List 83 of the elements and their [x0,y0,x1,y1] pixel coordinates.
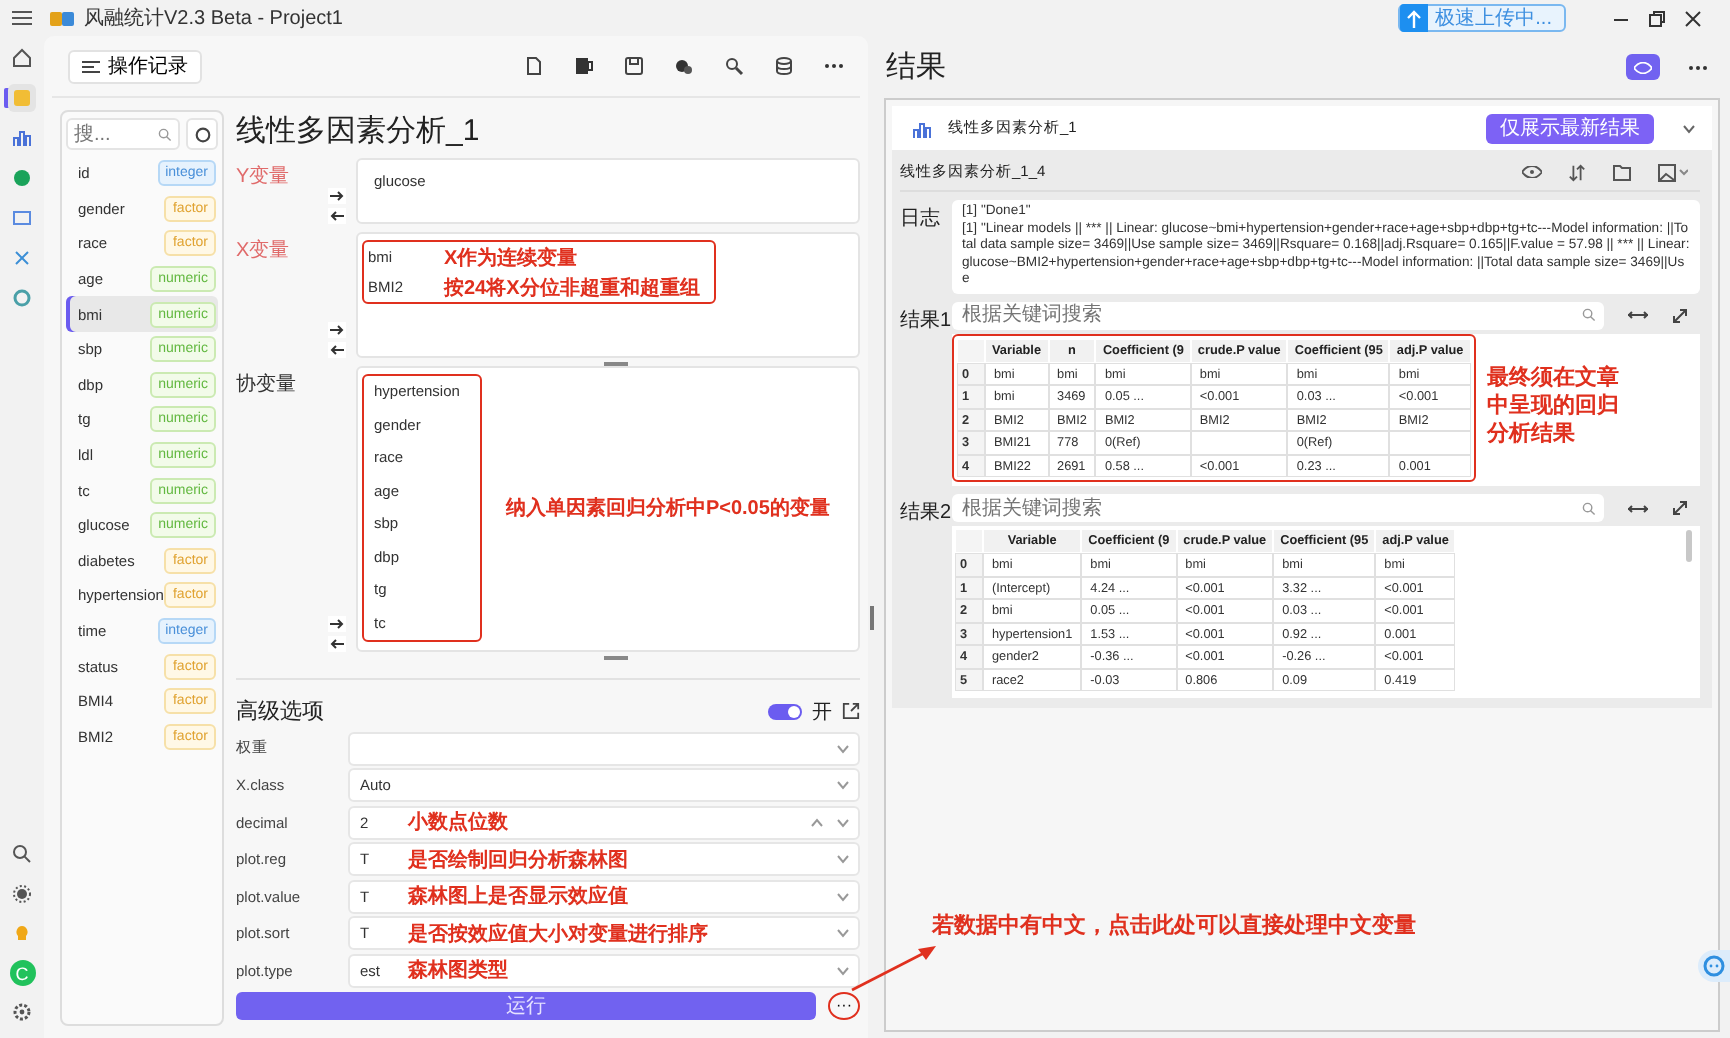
chevron-down-icon[interactable] [836,891,850,901]
file-icon[interactable] [524,56,544,76]
theme-icon[interactable] [8,880,36,908]
expand-icon[interactable] [1672,500,1688,517]
folder-icon[interactable] [1612,163,1632,181]
more-button[interactable]: ··· [836,998,852,1014]
annotation-text: 若数据中有中文，点击此处可以直接处理中文变量 [932,911,1416,940]
spreadsheet-icon[interactable] [574,56,594,76]
keyword-search-field[interactable]: 根据关键词搜索 [952,301,1604,330]
upload-arrow-icon [1405,9,1422,27]
sort-icon[interactable] [1568,163,1586,181]
expand-icon[interactable] [1672,307,1688,324]
switch-label: 开 [812,699,832,725]
resize-handle[interactable] [604,362,628,365]
annotation-text: 按24将X分位非超重和超重组 [444,275,700,301]
popout-icon[interactable] [842,702,860,720]
annotation-text: 是否绘制回归分析森林图 [408,847,628,873]
home-icon[interactable] [8,44,36,72]
resize-columns-icon[interactable] [1628,503,1648,514]
keyword-search-field[interactable]: 根据关键词搜索 [952,494,1604,523]
annotation-arrow [850,940,938,992]
visibility-button[interactable] [1626,54,1660,80]
refresh-button[interactable] [186,118,218,150]
analysis-title: 线性多因素分析_1 [236,112,482,150]
run-button[interactable]: 运行 [236,992,816,1020]
scrollbar[interactable] [1686,530,1692,563]
select-field[interactable] [348,731,860,765]
result-label: 结果2 [900,499,952,529]
window-title: 风融统计V2.3 Beta - Project1 [84,5,343,32]
arrow-right-button[interactable] [328,188,346,204]
variable-search-field[interactable]: 搜... [66,118,180,150]
search-icon [158,127,172,141]
eye-icon[interactable] [1522,166,1542,178]
section-title: 高级选项 [236,697,324,726]
menu-icon[interactable] [12,10,32,26]
annotation-text: 小数点位数 [408,809,508,836]
chevron-down-icon[interactable] [1682,123,1696,133]
annotation-text: 是否按效应值大小对变量进行排序 [408,920,708,947]
arrow-left-button[interactable] [328,636,346,652]
toggle-switch[interactable] [768,703,802,719]
caret-up-icon[interactable] [810,817,824,827]
logo-icon [50,9,74,27]
chevron-down-icon[interactable] [836,965,850,975]
annotation-text: X作为连续变量 [444,244,578,271]
chevron-down-icon[interactable] [836,743,850,753]
results-title: 结果 [886,48,946,86]
chevron-down-icon[interactable] [836,854,850,864]
log-label: 日志 [900,205,942,234]
splitter-handle[interactable] [870,605,874,629]
eye-icon [1634,61,1652,73]
search-icon[interactable] [8,840,36,868]
arrow-right-button[interactable] [328,322,346,338]
more-icon[interactable] [1688,63,1708,71]
annotation-text: 纳入单因素回归分析中P<0.05的变量 [505,494,830,522]
slot-label: 协变量 [236,371,298,400]
chevron-down-icon[interactable] [836,817,850,827]
settings-icon[interactable] [8,998,36,1026]
restore-icon[interactable] [1648,9,1666,27]
arrow-right-button[interactable] [328,616,346,632]
chat-icon[interactable] [1698,950,1730,982]
chevron-down-icon[interactable] [836,928,850,938]
result-label: 结果1 [900,307,952,336]
resize-columns-icon[interactable] [1628,310,1648,321]
arrow-left-button[interactable] [328,342,346,358]
annotation-text: 最终须在文章中呈现的回归分析结果 [1487,363,1622,448]
list-icon [82,59,100,73]
resize-handle[interactable] [604,656,628,659]
slot-label: Y变量 [236,163,292,192]
image-icon[interactable] [1658,163,1688,181]
search-icon [1582,308,1596,323]
close-icon[interactable] [1684,9,1702,27]
arrow-left-button[interactable] [328,208,346,224]
latest-results-button[interactable]: 仅展示最新结果 [1486,113,1654,143]
save-icon[interactable] [624,56,644,76]
database-icon[interactable] [774,56,794,76]
annotation-text: 森林图上是否显示效应值 [408,882,628,910]
annotation-text: 森林图类型 [408,957,508,984]
bar-chart-icon [912,119,932,137]
search-icon [1582,501,1596,516]
chevron-down-icon[interactable] [836,780,850,790]
refresh-icon [193,125,211,143]
history-button[interactable]: 操作记录 [68,49,202,83]
slot-label: X变量 [236,237,292,266]
